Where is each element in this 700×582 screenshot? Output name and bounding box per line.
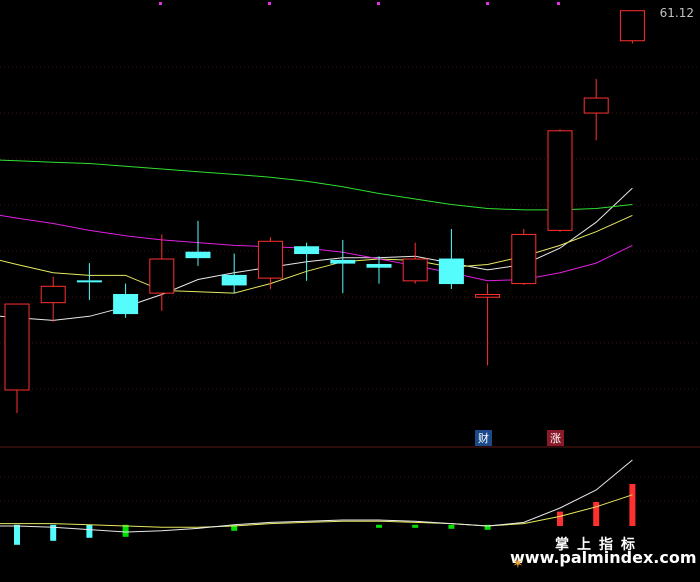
ma-line	[0, 187, 633, 321]
tag-zhang: 涨	[547, 430, 564, 446]
top-marker-dots	[159, 2, 560, 5]
indicator-line-yellow	[0, 494, 633, 528]
candle-body	[619, 10, 645, 42]
candle-body	[366, 263, 392, 268]
candle-body	[438, 258, 464, 285]
indicator-bar	[629, 484, 636, 526]
candle-body	[547, 130, 573, 231]
indicator-bar	[122, 524, 129, 537]
top-dot	[159, 2, 162, 5]
candle-body	[475, 293, 501, 298]
candle-body	[149, 258, 175, 294]
candle-body	[185, 251, 211, 259]
candle-body	[40, 285, 66, 304]
candles	[4, 10, 645, 414]
candle-body	[402, 258, 428, 282]
indicator-panel	[0, 459, 636, 545]
top-dot	[486, 2, 489, 5]
candle-body	[294, 246, 320, 255]
candle-body	[4, 303, 30, 391]
candle-body	[221, 274, 247, 286]
indicator-bar	[412, 524, 419, 528]
moving-average-lines	[0, 159, 633, 321]
top-dot	[268, 2, 271, 5]
indicator-bar	[14, 524, 20, 545]
ma-line	[0, 159, 633, 211]
price-label: 61.12	[659, 6, 694, 20]
indicator-bar	[376, 524, 382, 528]
candle-body	[113, 293, 139, 315]
candle-body	[330, 259, 356, 264]
indicator-bar	[448, 524, 455, 529]
indicator-bar	[86, 524, 93, 538]
indicator-bar	[557, 511, 563, 526]
candle-body	[583, 97, 609, 114]
candle-body	[257, 240, 283, 279]
candlestick-chart	[0, 2, 700, 545]
candle-body	[511, 233, 537, 285]
grid-lines	[0, 66, 700, 502]
tag-cai: 财	[475, 430, 492, 446]
brand-url: www.palmindex.com	[510, 548, 697, 567]
candle-body	[76, 280, 102, 283]
star-icon: ✶	[512, 556, 524, 572]
top-dot	[377, 2, 380, 5]
top-dot	[557, 2, 560, 5]
